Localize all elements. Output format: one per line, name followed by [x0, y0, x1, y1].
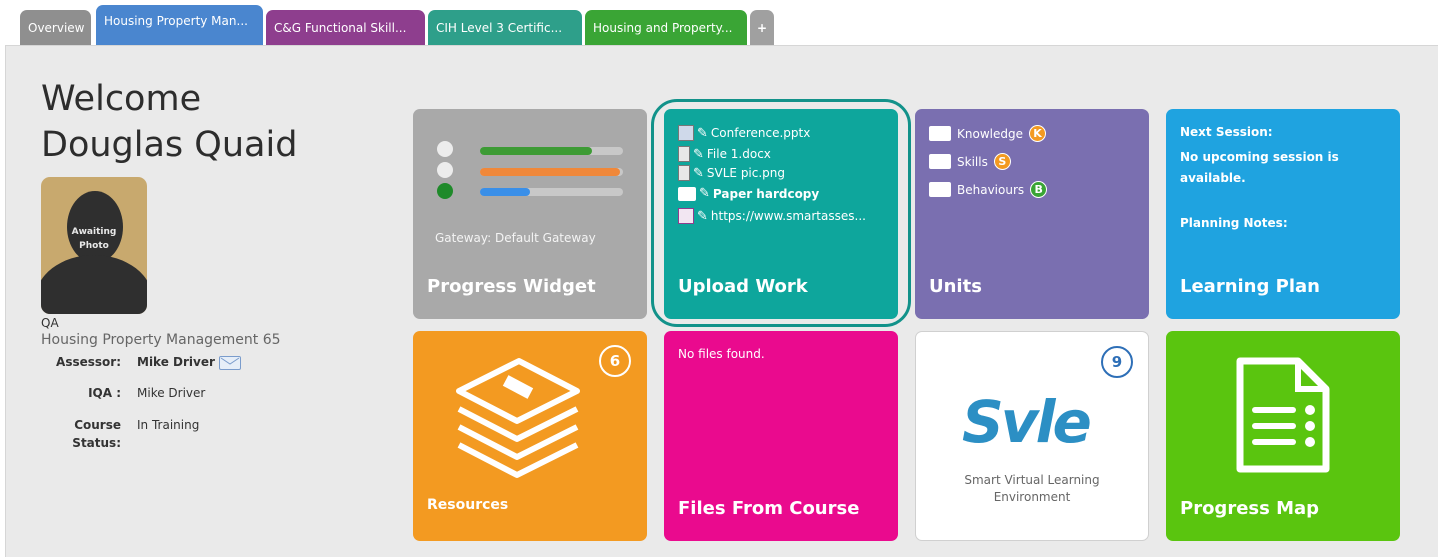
unit-label: Behaviours [957, 182, 1025, 197]
no-files-message: No files found. [678, 347, 765, 361]
tab-overview[interactable]: Overview [20, 10, 91, 45]
checklist-document-icon [1236, 357, 1330, 473]
next-session-value-line-1: No upcoming session is [1180, 150, 1339, 164]
avatar-caption-line-1: Awaiting [71, 227, 117, 237]
assessor-label: Assessor: [56, 355, 121, 369]
welcome-text: Welcome [41, 79, 202, 119]
welcome-heading: Welcome Douglas Quaid [41, 76, 297, 168]
units-title: Units [929, 276, 982, 297]
skills-badge: S [993, 153, 1011, 170]
avatar-caption: Awaiting Photo [41, 225, 147, 253]
resources-tile[interactable]: 6 Resources [413, 331, 647, 541]
files-from-course-tile[interactable]: No files found. Files From Course [664, 331, 898, 541]
progress-dot-1 [437, 141, 453, 157]
tab-add-button[interactable]: + [750, 10, 774, 45]
folder-icon [929, 182, 951, 197]
svle-count-badge: 9 [1101, 346, 1133, 378]
tab-bar: Overview Housing Property Man... C&G Fun… [0, 0, 1438, 45]
tab-housing-and-property[interactable]: Housing and Property... [585, 10, 747, 45]
course-status-value: In Training [137, 418, 200, 432]
progress-bar-2 [480, 168, 623, 176]
unit-behaviours[interactable]: Behaviours B [929, 181, 1048, 198]
svle-subtitle-line-2: Environment [993, 490, 1071, 504]
svle-subtitle-line-1: Smart Virtual Learning [964, 473, 1100, 487]
progress-bar-1 [480, 147, 623, 155]
iqa-row: IQA : Mike Driver [41, 386, 341, 402]
iqa-value: Mike Driver [137, 386, 206, 400]
unit-label: Skills [957, 154, 988, 169]
assessor-row: Assessor: Mike Driver [41, 355, 341, 371]
course-name: Housing Property Management 65 [41, 332, 281, 348]
learning-plan-tile[interactable]: Next Session: No upcoming session is ava… [1166, 109, 1400, 319]
resources-title: Resources [427, 497, 509, 513]
learner-name: Douglas Quaid [41, 125, 298, 165]
svle-logo: Svle [962, 388, 1092, 456]
progress-bar-3-fill [480, 188, 531, 196]
role-label: QA [41, 316, 59, 330]
email-icon[interactable] [219, 356, 241, 370]
progress-bar-2-fill [480, 168, 621, 176]
planning-notes-label: Planning Notes: [1180, 216, 1288, 230]
resources-count-badge: 6 [599, 345, 631, 377]
progress-widget-tile[interactable]: Gateway: Default Gateway Progress Widget [413, 109, 647, 319]
course-status-label-2: Status: [72, 436, 121, 450]
highlight-ring [651, 99, 911, 327]
course-status-label-1: Course [74, 418, 121, 432]
unit-label: Knowledge [957, 126, 1023, 141]
tab-housing-property-management[interactable]: Housing Property Man... [96, 5, 263, 45]
behaviours-badge: B [1030, 181, 1048, 198]
unit-knowledge[interactable]: Knowledge K [929, 125, 1046, 142]
assessor-value: Mike Driver [137, 355, 215, 369]
next-session-value-line-2: available. [1180, 171, 1246, 185]
course-status-row: Course Status: In Training [41, 418, 341, 452]
progress-bar-1-fill [480, 147, 592, 155]
units-tile[interactable]: Knowledge K Skills S Behaviours B Units [915, 109, 1149, 319]
progress-bar-3 [480, 188, 623, 196]
progress-map-tile[interactable]: Progress Map [1166, 331, 1400, 541]
folder-icon [929, 126, 951, 141]
progress-map-title: Progress Map [1180, 498, 1320, 519]
iqa-label: IQA : [88, 386, 121, 400]
next-session-label: Next Session: [1180, 125, 1273, 139]
folder-icon [929, 154, 951, 169]
progress-widget-title: Progress Widget [427, 276, 596, 297]
learning-plan-title: Learning Plan [1180, 276, 1320, 297]
stacked-books-icon [456, 358, 580, 478]
avatar-shoulders-silhouette [41, 255, 147, 314]
gateway-label: Gateway: Default Gateway [435, 231, 596, 245]
progress-dot-3 [437, 183, 453, 199]
avatar[interactable]: Awaiting Photo [41, 177, 147, 314]
tab-cg-functional-skills[interactable]: C&G Functional Skill... [266, 10, 425, 45]
unit-skills[interactable]: Skills S [929, 153, 1011, 170]
tab-cih-level-3[interactable]: CIH Level 3 Certific... [428, 10, 582, 45]
knowledge-badge: K [1028, 125, 1046, 142]
files-from-course-title: Files From Course [678, 498, 860, 519]
avatar-caption-line-2: Photo [79, 241, 109, 251]
svle-tile[interactable]: 9 Svle Smart Virtual Learning Environmen… [915, 331, 1149, 541]
progress-dot-2 [437, 162, 453, 178]
